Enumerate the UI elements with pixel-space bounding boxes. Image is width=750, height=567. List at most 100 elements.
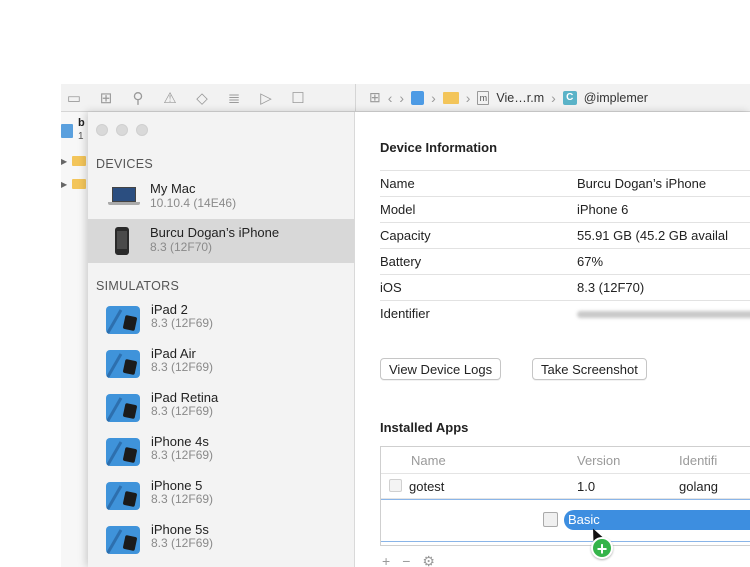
jumpbar-file[interactable]: Vie…r.m xyxy=(496,91,544,105)
project-subtitle: 1 xyxy=(78,131,84,142)
simulator-name: iPhone 5 xyxy=(151,478,203,493)
close-window-button[interactable] xyxy=(96,124,108,136)
info-key: iOS xyxy=(380,280,402,295)
add-app-button[interactable]: + xyxy=(382,553,390,567)
device-row-my-mac[interactable]: My Mac 10.10.4 (14E46) xyxy=(88,175,354,219)
simulator-row[interactable]: iPad Air 8.3 (12F69) xyxy=(88,342,354,386)
info-value: 67% xyxy=(577,254,604,269)
simulator-version: 8.3 (12F69) xyxy=(151,536,214,550)
dragged-app-icon xyxy=(543,512,558,527)
simulators-section-label: SIMULATORS xyxy=(96,279,180,293)
jump-bar: ⊞ ‹ › › › m Vie…r.m › C @implemer xyxy=(355,84,750,112)
device-information-heading: Device Information xyxy=(380,140,498,155)
project-name[interactable]: b xyxy=(78,117,85,129)
installed-apps-table[interactable]: Name Version Identifi gotest 1.0 golang … xyxy=(380,446,750,559)
device-version: 10.10.4 (14E46) xyxy=(150,196,237,210)
info-row-capacity: Capacity 55.91 GB (45.2 GB availal xyxy=(380,222,750,249)
related-items-icon[interactable]: ⊞ xyxy=(369,89,381,106)
app-icon xyxy=(389,479,402,492)
dragged-item[interactable]: Basic xyxy=(564,510,750,530)
gear-icon[interactable]: ⚙ xyxy=(422,553,435,567)
hierarchy-icon[interactable]: ⊞ xyxy=(97,89,115,107)
minimize-window-button[interactable] xyxy=(116,124,128,136)
take-screenshot-button[interactable]: Take Screenshot xyxy=(532,358,647,380)
simulator-name: iPad Air xyxy=(151,346,196,361)
disclosure-triangle-icon[interactable]: ▶ xyxy=(61,180,67,189)
info-row-name: Name Burcu Dogan’s iPhone xyxy=(380,170,750,197)
folder-icon xyxy=(72,156,86,166)
message-icon[interactable]: ☐ xyxy=(289,89,307,107)
warning-icon[interactable]: ⚠ xyxy=(161,89,179,107)
info-key: Name xyxy=(380,176,415,191)
column-header-name[interactable]: Name xyxy=(411,453,446,468)
search-icon[interactable]: ⚲ xyxy=(129,89,147,107)
mac-icon xyxy=(108,187,140,207)
info-row-ios: iOS 8.3 (12F70) xyxy=(380,274,750,301)
redacted-identifier xyxy=(577,311,750,318)
view-device-logs-button[interactable]: View Device Logs xyxy=(380,358,502,380)
simulator-icon xyxy=(106,438,140,466)
jumpbar-symbol[interactable]: @implemer xyxy=(584,91,648,105)
project-icon xyxy=(61,124,73,138)
simulator-name: iPhone 4s xyxy=(151,434,209,449)
device-name: Burcu Dogan’s iPhone xyxy=(150,225,280,240)
simulator-name: iPad Retina xyxy=(151,390,219,405)
simulator-version: 8.3 (12F69) xyxy=(151,492,214,506)
forward-arrow-icon[interactable]: › xyxy=(399,90,404,106)
info-row-model: Model iPhone 6 xyxy=(380,196,750,223)
simulator-version: 8.3 (12F69) xyxy=(151,448,214,462)
iphone-icon xyxy=(115,227,129,255)
app-identifier: golang xyxy=(679,479,719,494)
simulator-row[interactable]: iPhone 4s 8.3 (12F69) xyxy=(88,430,354,474)
device-row-iphone[interactable]: Burcu Dogan’s iPhone 8.3 (12F70) xyxy=(88,219,354,263)
simulator-row[interactable]: iPhone 5s 8.3 (12F69) xyxy=(88,518,354,562)
back-arrow-icon[interactable]: ‹ xyxy=(388,90,393,106)
diamond-icon[interactable]: ◇ xyxy=(193,89,211,107)
zoom-window-button[interactable] xyxy=(136,124,148,136)
info-key: Model xyxy=(380,202,416,217)
simulator-row[interactable]: iPad Retina 8.3 (12F69) xyxy=(88,386,354,430)
folder-icon[interactable] xyxy=(442,91,459,104)
device-detail-panel: Device Information Name Burcu Dogan’s iP… xyxy=(355,112,750,567)
simulator-name: iPad 2 xyxy=(151,302,188,317)
info-key: Battery xyxy=(380,254,422,269)
installed-apps-heading: Installed Apps xyxy=(380,420,469,435)
column-header-version[interactable]: Version xyxy=(577,453,620,468)
table-row[interactable]: gotest 1.0 golang xyxy=(381,473,750,499)
list-icon[interactable]: ≣ xyxy=(225,89,243,107)
info-value: 55.91 GB (45.2 GB availal xyxy=(577,228,729,243)
app-version: 1.0 xyxy=(577,479,596,494)
device-name: My Mac xyxy=(150,181,196,196)
folder-icon[interactable]: ▭ xyxy=(65,89,83,107)
copy-plus-icon: + xyxy=(591,537,613,559)
devices-sidebar: DEVICES My Mac 10.10.4 (14E46) Burcu Dog… xyxy=(88,112,355,567)
project-file-icon[interactable] xyxy=(411,90,425,105)
info-row-identifier: Identifier xyxy=(380,300,750,327)
table-footer: + − ⚙ xyxy=(382,553,435,567)
info-key: Identifier xyxy=(380,306,430,321)
disclosure-triangle-icon[interactable]: ▶ xyxy=(61,157,67,166)
simulator-icon xyxy=(106,306,140,334)
tag-icon[interactable]: ▷ xyxy=(257,89,275,107)
simulator-version: 8.3 (12F69) xyxy=(151,404,214,418)
drop-target-row[interactable]: Basic + xyxy=(381,499,750,559)
m-file-icon: m xyxy=(477,90,490,105)
remove-app-button[interactable]: − xyxy=(402,553,410,567)
navigator-toolbar: ▭ ⊞ ⚲ ⚠ ◇ ≣ ▷ ☐ xyxy=(61,84,355,112)
chevron-right-icon: › xyxy=(431,89,436,106)
simulator-version: 8.3 (12F69) xyxy=(151,316,214,330)
info-key: Capacity xyxy=(380,228,431,243)
folder-icon xyxy=(72,179,86,189)
info-row-battery: Battery 67% xyxy=(380,248,750,275)
simulator-row[interactable]: iPhone 5 8.3 (12F69) xyxy=(88,474,354,518)
device-version: 8.3 (12F70) xyxy=(150,240,213,254)
info-value: iPhone 6 xyxy=(577,202,629,217)
info-value: 8.3 (12F70) xyxy=(577,280,645,295)
info-value: Burcu Dogan’s iPhone xyxy=(577,176,707,191)
simulator-icon xyxy=(106,482,140,510)
column-header-identifier[interactable]: Identifi xyxy=(679,453,717,468)
simulator-icon xyxy=(106,526,140,554)
simulator-icon xyxy=(106,394,140,422)
simulator-row[interactable]: iPad 2 8.3 (12F69) xyxy=(88,298,354,342)
chevron-right-icon: › xyxy=(551,89,556,106)
